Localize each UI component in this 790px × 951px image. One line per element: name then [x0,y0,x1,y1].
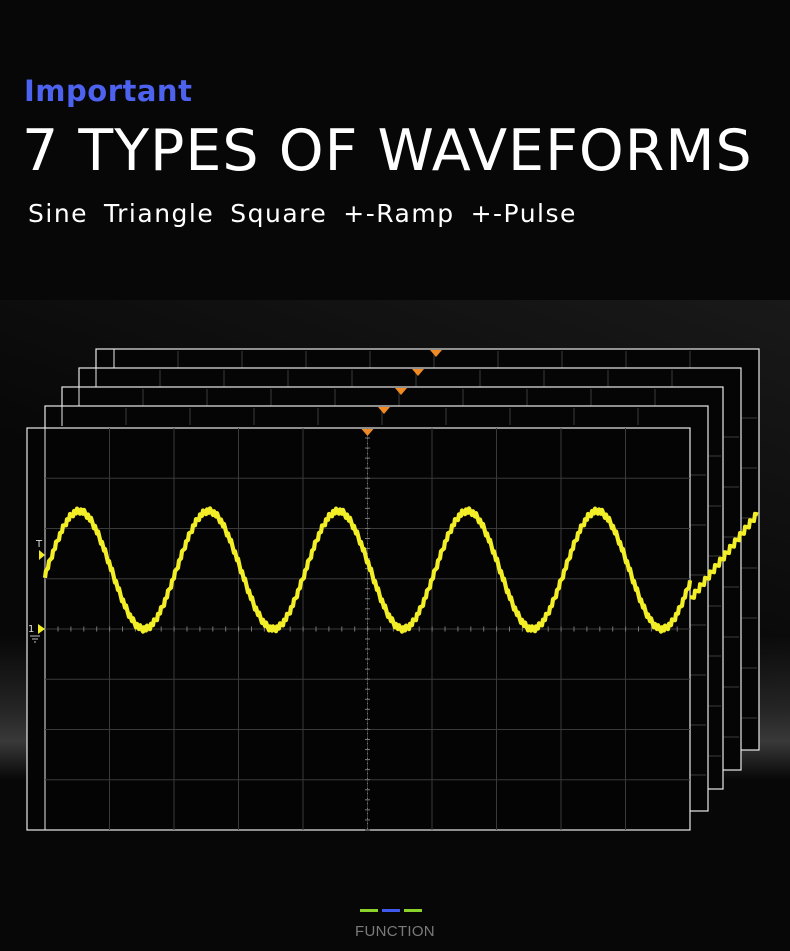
indicator-dash-1 [360,909,378,912]
oscilloscope-screens-illustration: T1 [26,348,760,831]
trigger-level-label: T [35,539,43,550]
channel-label: 1 [28,624,34,635]
indicator-dash-3 [404,909,422,912]
function-indicator [360,909,422,912]
indicator-dash-2 [382,909,400,912]
function-caption: FUNCTION [355,923,435,940]
front-screen: T1 [26,427,691,831]
